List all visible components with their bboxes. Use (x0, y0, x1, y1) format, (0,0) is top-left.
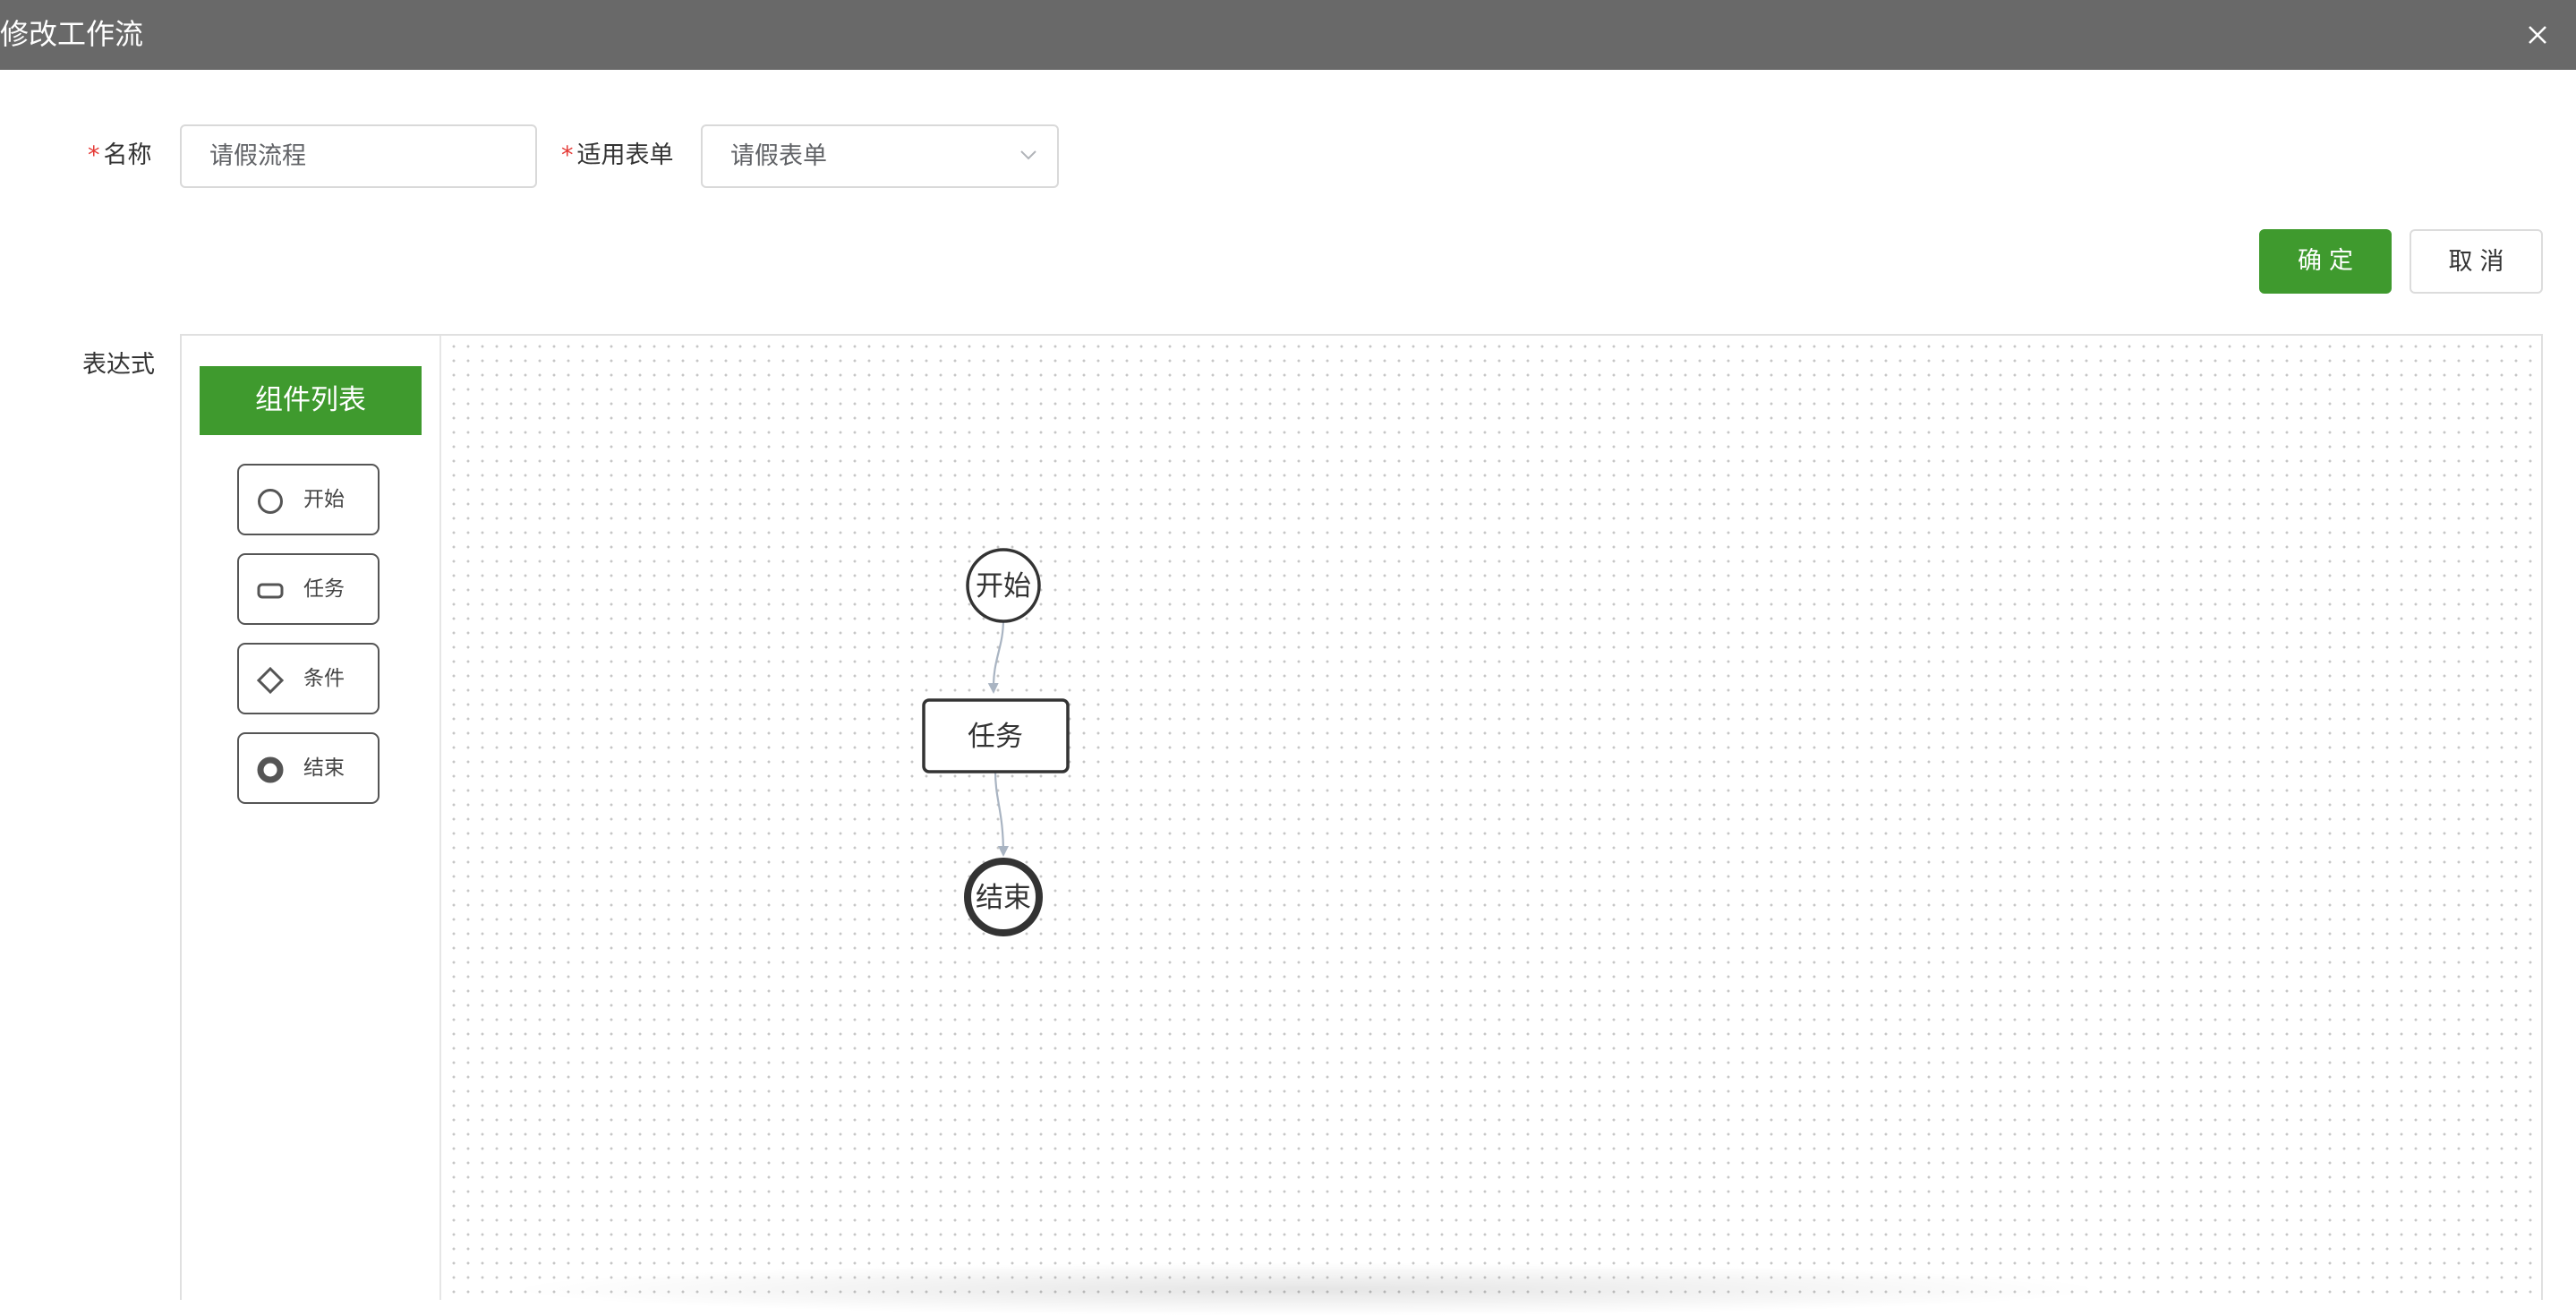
form-select-label: * 适用表单 (561, 140, 674, 172)
diamond-icon (257, 667, 284, 694)
bottom-shadow (501, 1262, 2112, 1316)
palette-item-start[interactable]: 开始 (237, 464, 380, 535)
flow-node-start[interactable]: 开始 (966, 548, 1041, 623)
palette-item-label: 开始 (303, 488, 345, 511)
flow-edge[interactable] (987, 618, 1005, 694)
palette-item-end[interactable]: 结束 (237, 732, 380, 804)
cancel-button[interactable]: 取消 (2410, 229, 2543, 294)
flow-diagram: 开始 任务 结束 (922, 548, 1070, 936)
flow-node-end[interactable]: 结束 (964, 858, 1043, 936)
form-select-value: 请假表单 (730, 142, 827, 170)
required-mark: * (561, 141, 574, 169)
circle-outline-icon (258, 489, 283, 514)
name-label: * 名称 (88, 140, 152, 172)
node-label: 结束 (976, 882, 1031, 914)
name-label-text: 名称 (103, 141, 152, 169)
palette-item-label: 条件 (303, 667, 345, 690)
palette-header: 组件列表 (200, 366, 422, 435)
name-input[interactable]: 请假流程 (180, 124, 537, 188)
flow-canvas[interactable]: 开始 任务 结束 (443, 336, 2541, 1300)
node-label: 任务 (968, 721, 1023, 753)
form-select[interactable]: 请假表单 (701, 124, 1059, 188)
chevron-down-icon (1020, 150, 1036, 160)
confirm-button[interactable]: 确定 (2259, 229, 2392, 294)
palette-item-condition[interactable]: 条件 (237, 643, 380, 714)
close-icon[interactable] (2521, 18, 2555, 52)
required-mark: * (88, 141, 100, 169)
dialog-title: 修改工作流 (0, 17, 144, 51)
flow-node-task[interactable]: 任务 (922, 698, 1070, 773)
palette-item-task[interactable]: 任务 (237, 553, 380, 625)
palette-item-label: 结束 (303, 756, 345, 780)
dialog-titlebar: 修改工作流 (0, 0, 2576, 70)
component-palette: 组件列表 开始 任务 条件 结束 (182, 336, 441, 1300)
palette-item-label: 任务 (303, 577, 345, 601)
form-select-label-text: 适用表单 (576, 141, 674, 169)
expression-label: 表达式 (82, 351, 155, 379)
node-label: 开始 (976, 570, 1031, 602)
flow-edge[interactable] (994, 770, 1009, 857)
rounded-rect-icon (257, 583, 284, 599)
bold-circle-icon (257, 756, 284, 783)
flow-editor: 组件列表 开始 任务 条件 结束 开始 任务 结束 (180, 334, 2543, 1300)
